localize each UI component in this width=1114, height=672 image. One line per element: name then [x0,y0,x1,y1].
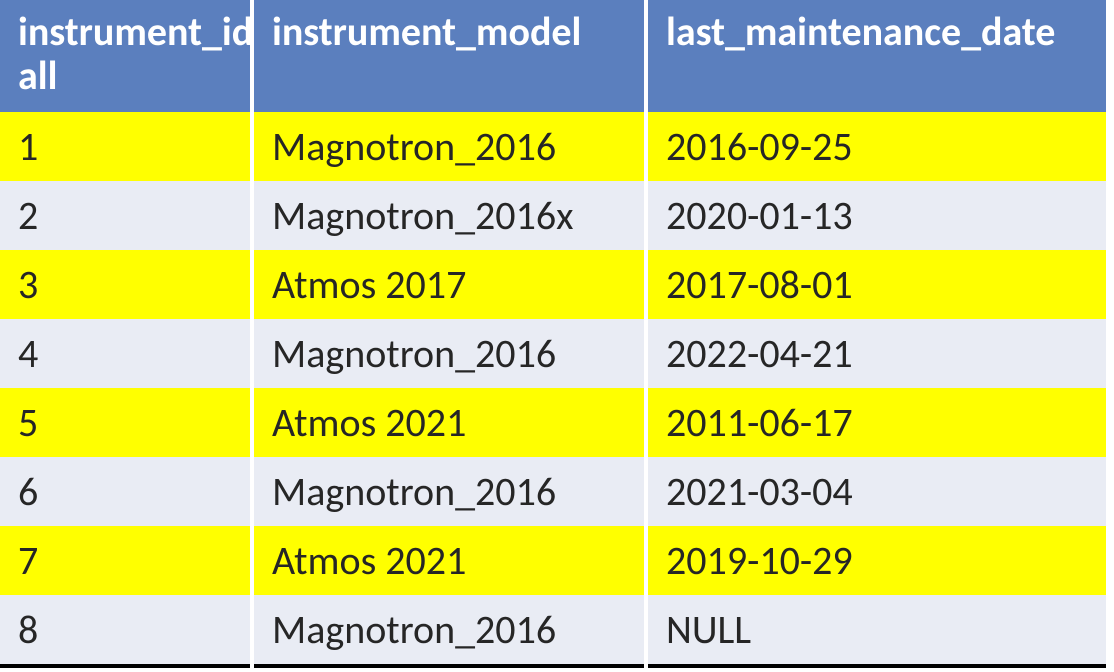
table-row: 7 Atmos 2021 2019-10-29 [0,526,1106,595]
cell-last-maintenance-date: 2016-09-25 [646,112,1106,181]
table-row: 5 Atmos 2021 2011-06-17 [0,388,1106,457]
cell-last-maintenance-date: 2020-01-13 [646,181,1106,250]
cell-last-maintenance-date: NULL [646,595,1106,666]
cell-last-maintenance-date: 2022-04-21 [646,319,1106,388]
col-header-instrument-id: instrument_id all [0,0,252,112]
cell-instrument-model: Magnotron_2016 [252,457,646,526]
col-header-last-maintenance-date: last_maintenance_date [646,0,1106,112]
cell-last-maintenance-date: 2019-10-29 [646,526,1106,595]
cell-last-maintenance-date: 2017-08-01 [646,250,1106,319]
cell-instrument-id: 3 [0,250,252,319]
cell-instrument-id: 7 [0,526,252,595]
table-row: 1 Magnotron_2016 2016-09-25 [0,112,1106,181]
table-body: 1 Magnotron_2016 2016-09-25 2 Magnotron_… [0,112,1106,666]
cell-instrument-model: Magnotron_2016x [252,181,646,250]
instrument-table: instrument_id all instrument_model last_… [0,0,1106,668]
cell-instrument-id: 2 [0,181,252,250]
cell-instrument-model: Atmos 2021 [252,526,646,595]
cell-instrument-id: 4 [0,319,252,388]
table-row: 4 Magnotron_2016 2022-04-21 [0,319,1106,388]
cell-instrument-model: Magnotron_2016 [252,319,646,388]
cell-instrument-id: 5 [0,388,252,457]
table-row: 2 Magnotron_2016x 2020-01-13 [0,181,1106,250]
cell-instrument-id: 6 [0,457,252,526]
cell-last-maintenance-date: 2011-06-17 [646,388,1106,457]
table-header-row: instrument_id all instrument_model last_… [0,0,1106,112]
cell-instrument-model: Atmos 2017 [252,250,646,319]
cell-instrument-model: Magnotron_2016 [252,112,646,181]
table-row: 3 Atmos 2017 2017-08-01 [0,250,1106,319]
table-row: 6 Magnotron_2016 2021-03-04 [0,457,1106,526]
cell-instrument-model: Magnotron_2016 [252,595,646,666]
cell-instrument-model: Atmos 2021 [252,388,646,457]
table-row: 8 Magnotron_2016 NULL [0,595,1106,666]
col-header-instrument-model: instrument_model [252,0,646,112]
cell-instrument-id: 8 [0,595,252,666]
cell-instrument-id: 1 [0,112,252,181]
cell-last-maintenance-date: 2021-03-04 [646,457,1106,526]
